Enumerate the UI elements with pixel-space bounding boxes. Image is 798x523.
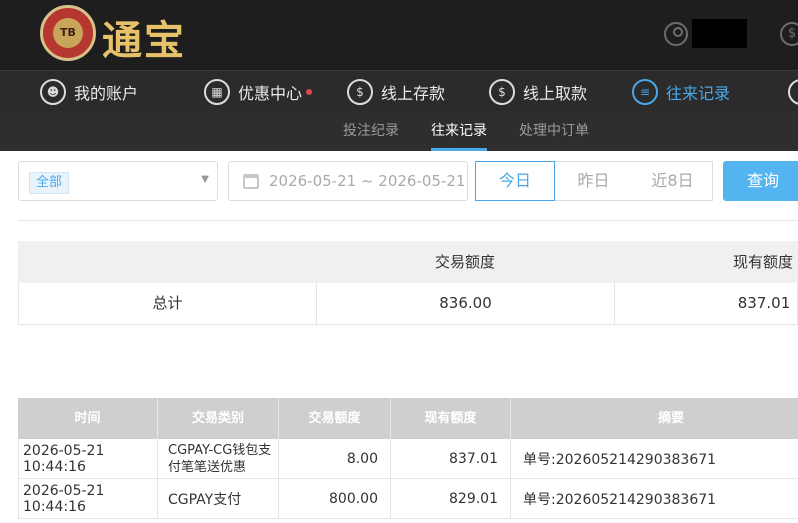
date-range-text: 2026-05-21 ~ 2026-05-21 <box>269 172 466 190</box>
tab-pending-orders[interactable]: 处理中订单 <box>519 111 589 151</box>
table-row: 2026-05-21 10:44:16 CGPAY-CG钱包支付笔笔送优惠 8.… <box>18 439 798 479</box>
nav-deposit[interactable]: $ 线上存款 <box>347 71 445 112</box>
tab-transactions[interactable]: 往来记录 <box>431 111 487 151</box>
logo-icon[interactable]: TB <box>40 5 96 61</box>
cell-amount: 800.00 <box>279 479 391 519</box>
nav-label: 线上存款 <box>381 83 446 103</box>
range-yesterday-button[interactable]: 昨日 <box>554 161 634 201</box>
summary-total-balance: 837.01 <box>737 294 791 312</box>
query-button[interactable]: 查询 <box>723 161 798 201</box>
cell-type: CGPAY支付 <box>158 479 279 519</box>
calendar-icon <box>243 174 259 189</box>
col-summary[interactable]: 摘要 <box>511 398 798 439</box>
nav-records[interactable]: ≡ 往来记录 <box>632 71 730 112</box>
summary-header-blank <box>18 241 316 283</box>
summary-header: 交易额度 现有额度 <box>18 241 798 283</box>
nav-label: 优惠中心 <box>238 83 303 103</box>
wallet-icon[interactable]: $ <box>780 22 798 46</box>
cell-balance: 837.01 <box>391 439 511 479</box>
logo-mark: TB <box>53 18 83 48</box>
table-row: 2026-05-21 10:44:16 CGPAY支付 800.00 829.0… <box>18 479 798 519</box>
more-icon <box>788 78 798 105</box>
divider <box>18 220 798 221</box>
type-select[interactable]: 全部 ▼ <box>18 161 218 201</box>
detail-header: 时间 交易类别 交易额度 现有额度 摘要 <box>18 398 798 439</box>
nav-my-account[interactable]: ☻ 我的账户 <box>40 71 138 112</box>
cell-summary: 单号:202605214290383671 <box>523 492 717 508</box>
notification-dot <box>306 88 313 95</box>
top-bar: TB 通宝 $ <box>0 0 798 70</box>
cell-summary: 单号:2026052142903836​71 <box>523 452 717 468</box>
summary-total-amount: 836.00 <box>317 283 615 324</box>
tab-bet-records[interactable]: 投注纪录 <box>343 111 399 151</box>
records-icon: ≡ <box>632 78 658 105</box>
summary-header-amount: 交易额度 <box>434 253 495 271</box>
user-circle-icon: ☻ <box>40 78 66 105</box>
col-time[interactable]: 时间 <box>18 398 158 439</box>
summary-header-balance: 现有额度 <box>732 253 793 271</box>
date-range-input[interactable]: 2026-05-21 ~ 2026-05-21 <box>228 161 468 201</box>
cell-balance: 829.01 <box>391 479 511 519</box>
withdraw-icon: $ <box>489 78 515 105</box>
logo-text[interactable]: 通宝 <box>102 8 186 66</box>
range-8days-button[interactable]: 近8日 <box>633 161 713 201</box>
deposit-icon: $ <box>347 78 373 105</box>
chevron-down-icon: ▼ <box>201 174 209 185</box>
summary-row: 总计 836.00 837.01 <box>18 283 798 325</box>
nav-more[interactable] <box>788 71 798 112</box>
user-avatar-icon[interactable] <box>664 22 688 46</box>
range-today-button[interactable]: 今日 <box>475 161 555 201</box>
cell-type: CGPAY-CG钱包支付笔笔送优惠 <box>158 439 279 479</box>
sub-nav: 投注纪录 往来记录 处理中订单 <box>0 111 798 151</box>
nav-label: 我的账户 <box>74 83 139 103</box>
gift-icon: ▦ <box>204 78 230 105</box>
cell-amount: 8.00 <box>279 439 391 479</box>
col-balance[interactable]: 现有额度 <box>391 398 511 439</box>
cell-time: 2026-05-21 10:44:16 <box>18 479 158 519</box>
nav-withdraw[interactable]: $ 线上取款 <box>489 71 587 112</box>
col-amount[interactable]: 交易额度 <box>279 398 391 439</box>
quick-range-group: 今日 昨日 近8日 <box>475 161 713 201</box>
nav-label: 线上取款 <box>523 83 588 103</box>
col-type[interactable]: 交易类别 <box>158 398 279 439</box>
username-redacted <box>692 19 747 48</box>
select-tag: 全部 <box>29 172 70 194</box>
summary-total-label: 总计 <box>19 283 317 324</box>
nav-label-wrap: 优惠中心 <box>238 80 313 104</box>
nav-promotions[interactable]: ▦ 优惠中心 <box>204 71 313 112</box>
main-nav: ☻ 我的账户 ▦ 优惠中心 $ 线上存款 $ 线上取款 ≡ 往来记录 <box>0 70 798 111</box>
nav-label: 往来记录 <box>666 83 731 103</box>
cell-time: 2026-05-21 10:44:16 <box>18 439 158 479</box>
